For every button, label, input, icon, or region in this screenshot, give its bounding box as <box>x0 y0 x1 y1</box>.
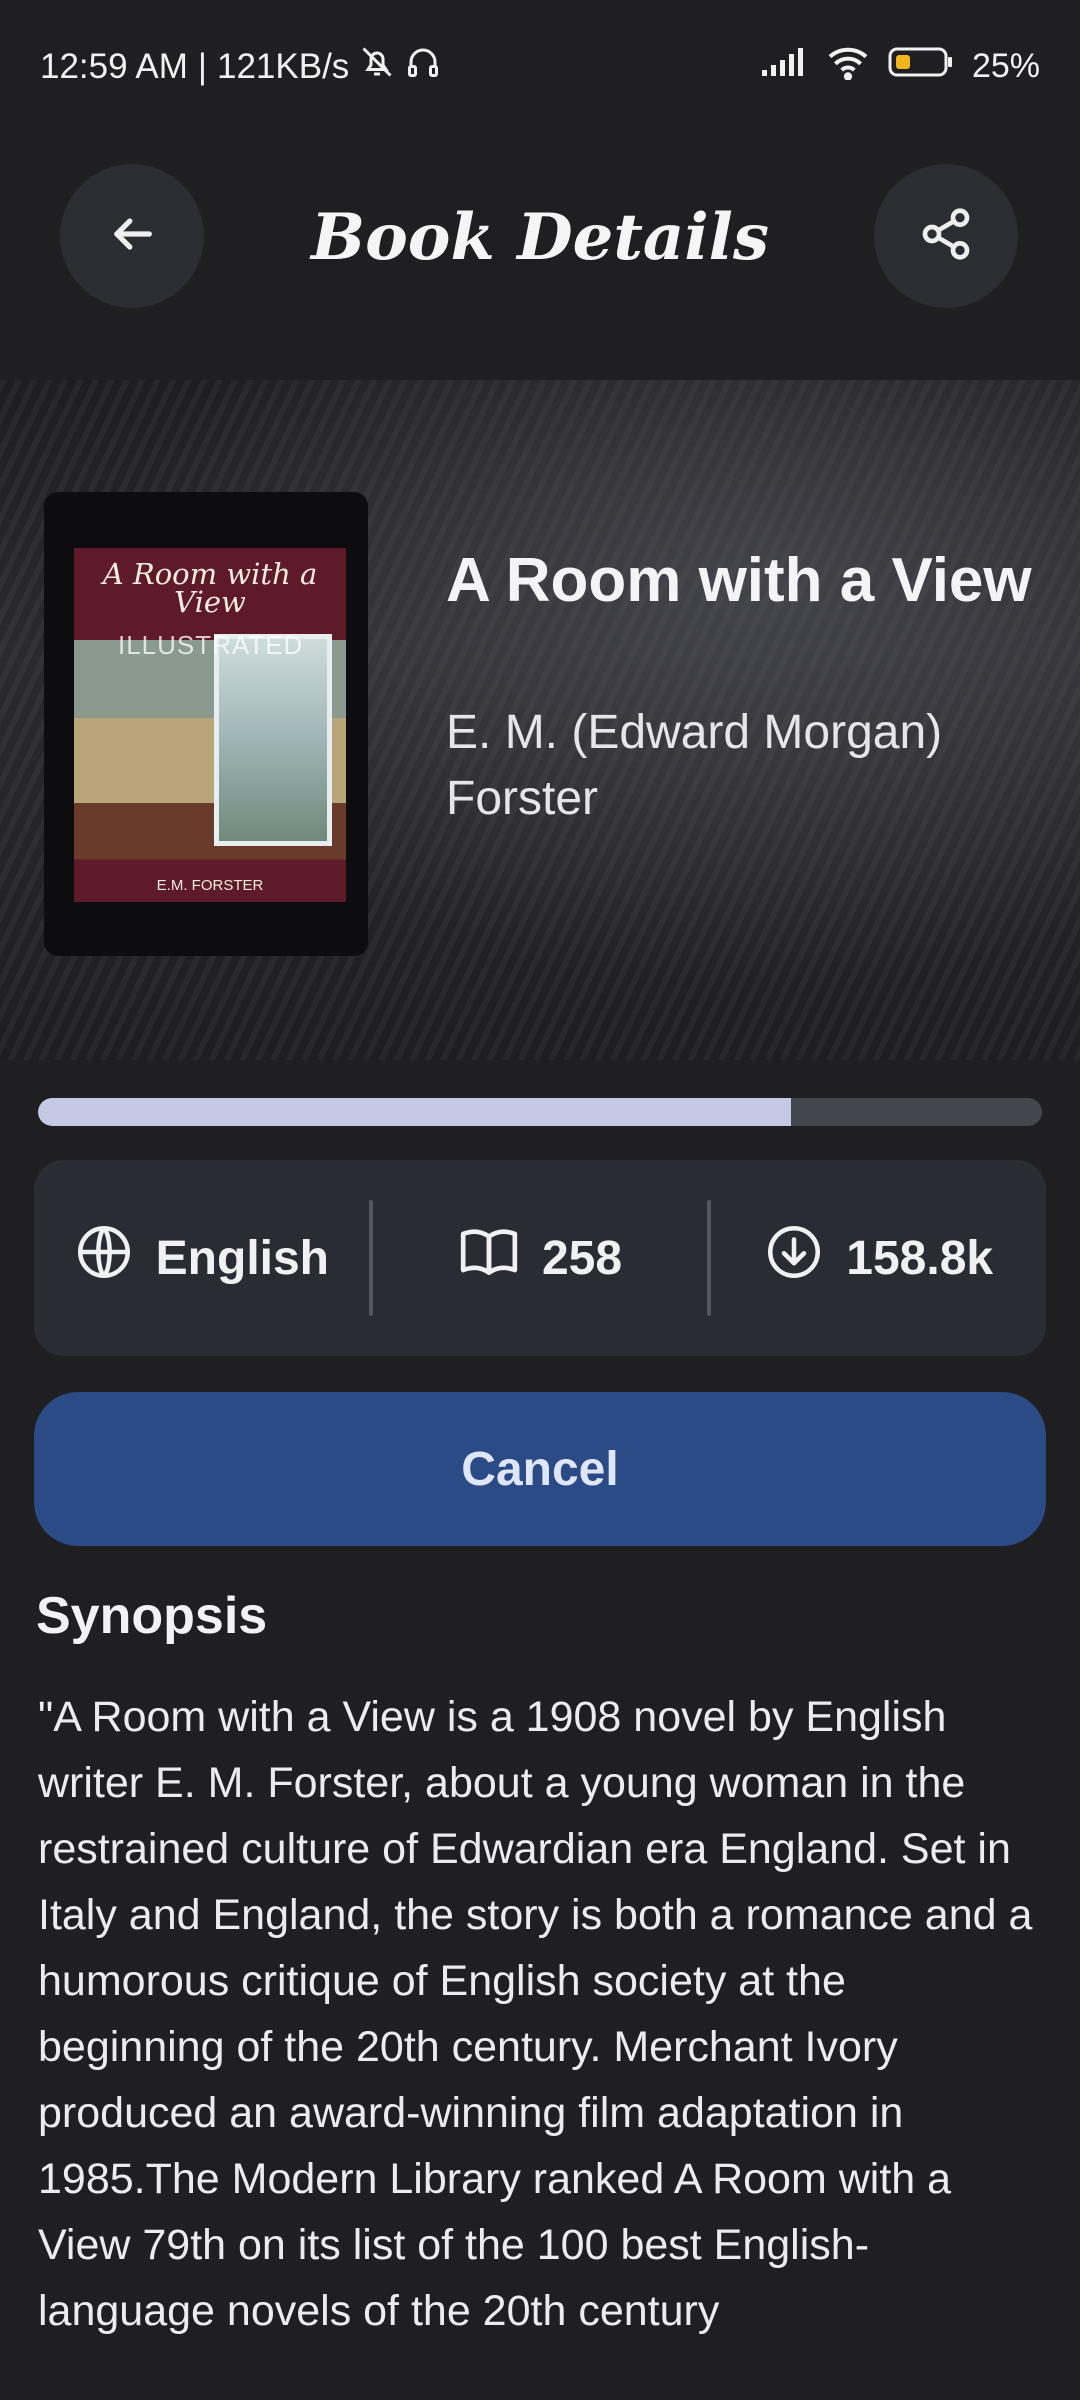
book-stats: English 258 158.8k <box>34 1160 1046 1356</box>
status-left: 12:59 AM | 121KB/s <box>40 44 441 89</box>
bell-off-icon <box>359 44 395 89</box>
status-right: 25% <box>760 44 1040 89</box>
battery-percent: 25% <box>971 47 1040 85</box>
cover-subtitle: ILLUSTRATED <box>118 630 304 660</box>
stat-downloads: 158.8k <box>711 1160 1046 1356</box>
cover-window-art <box>214 634 332 846</box>
cover-image: A Room with a View ILLUSTRATED E.M. FORS… <box>74 548 346 902</box>
stat-pages: 258 <box>373 1160 708 1356</box>
status-time: 12:59 AM <box>40 46 188 86</box>
battery-icon <box>888 45 954 88</box>
share-icon <box>918 206 974 267</box>
network-speed: 121KB/s <box>216 46 350 86</box>
signal-icon <box>760 46 808 87</box>
book-title: A Room with a View <box>446 546 1032 615</box>
headphones-icon <box>405 44 441 89</box>
book-cover: A Room with a View ILLUSTRATED E.M. FORS… <box>44 492 368 956</box>
globe-icon <box>74 1222 134 1294</box>
open-book-icon <box>458 1221 520 1295</box>
cover-author: E.M. FORSTER <box>156 877 264 894</box>
cover-title: A Room with a View <box>102 557 318 619</box>
pages-value: 258 <box>541 1231 623 1285</box>
synopsis-text: "A Room with a View is a 1908 novel by E… <box>38 1693 1033 2335</box>
status-bar: 12:59 AM | 121KB/s 25% <box>0 0 1080 130</box>
share-button[interactable] <box>874 164 1018 308</box>
language-value: English <box>155 1231 329 1285</box>
wifi-icon <box>826 44 870 89</box>
stat-language: English <box>34 1160 369 1356</box>
book-author: E. M. (Edward Morgan) Forster <box>446 706 943 825</box>
cancel-button[interactable]: Cancel <box>34 1392 1046 1546</box>
download-progress-bar <box>38 1098 1042 1126</box>
synopsis-heading: Synopsis <box>36 1587 268 1645</box>
top-bar: Book Details <box>0 160 1080 310</box>
progress-fill <box>38 1098 791 1126</box>
downloads-value: 158.8k <box>846 1231 994 1285</box>
download-circle-icon <box>764 1222 824 1294</box>
